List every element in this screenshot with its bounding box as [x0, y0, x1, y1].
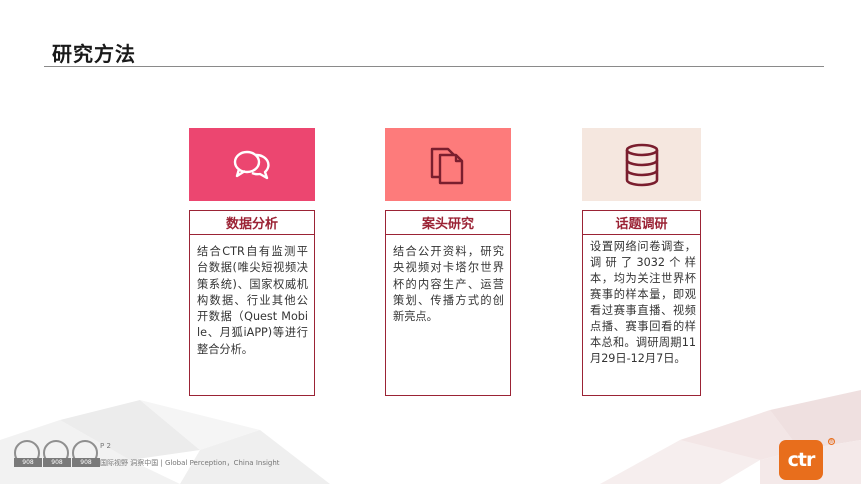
- card-panel: 数据分析 结合CTR自有监测平台数据(唯尖短视频决策系统)、国家权威机构数据、行…: [189, 210, 315, 396]
- card-heading: 数据分析: [190, 211, 314, 235]
- chat-bubbles-icon: [233, 150, 270, 179]
- card-desk-research: 案头研究 结合公开资料，研究央视频对卡塔尔世界杯的内容生产、运营策划、传播方式的…: [385, 128, 511, 396]
- page-title: 研究方法: [52, 42, 136, 66]
- cert-badge-label: 908: [43, 458, 71, 467]
- card-icon-tile: [582, 128, 701, 201]
- card-description: 结合公开资料，研究央视频对卡塔尔世界杯的内容生产、运营策划、传播方式的创新亮点。: [393, 245, 504, 324]
- cert-badge-label: 908: [14, 458, 42, 467]
- card-heading: 案头研究: [386, 211, 510, 235]
- card-topic-survey: 话题调研 设置网络问卷调查，调研了3032个样本，均为关注世界杯赛事的样本量，即…: [582, 128, 701, 396]
- ctr-logo: ctr: [779, 440, 823, 480]
- cert-badge: 908: [43, 440, 71, 467]
- certification-badges: 908 908 908: [14, 440, 100, 467]
- card-heading: 话题调研: [583, 211, 700, 235]
- page-number: P 2: [100, 442, 111, 450]
- title-divider: [44, 66, 824, 67]
- footer-tagline: 国际视野 洞察中国 | Global Perception，China Insi…: [100, 459, 280, 467]
- documents-icon: [430, 147, 464, 184]
- card-panel: 话题调研 设置网络问卷调查，调研了3032个样本，均为关注世界杯赛事的样本量，即…: [582, 210, 701, 396]
- card-description: 设置网络问卷调查，调研了3032个样本，均为关注世界杯赛事的样本量，即观看过赛事…: [590, 240, 696, 365]
- cert-badge-label: 908: [72, 458, 100, 467]
- cert-badge: 908: [14, 440, 42, 467]
- database-icon: [625, 143, 658, 186]
- card-icon-tile: [385, 128, 511, 201]
- card-description: 结合CTR自有监测平台数据(唯尖短视频决策系统)、国家权威机构数据、行业其他公开…: [197, 245, 308, 356]
- cert-badge: 908: [72, 440, 100, 467]
- card-panel: 案头研究 结合公开资料，研究央视频对卡塔尔世界杯的内容生产、运营策划、传播方式的…: [385, 210, 511, 396]
- card-icon-tile: [189, 128, 315, 201]
- card-data-analysis: 数据分析 结合CTR自有监测平台数据(唯尖短视频决策系统)、国家权威机构数据、行…: [189, 128, 315, 396]
- registered-mark: ®: [828, 438, 835, 445]
